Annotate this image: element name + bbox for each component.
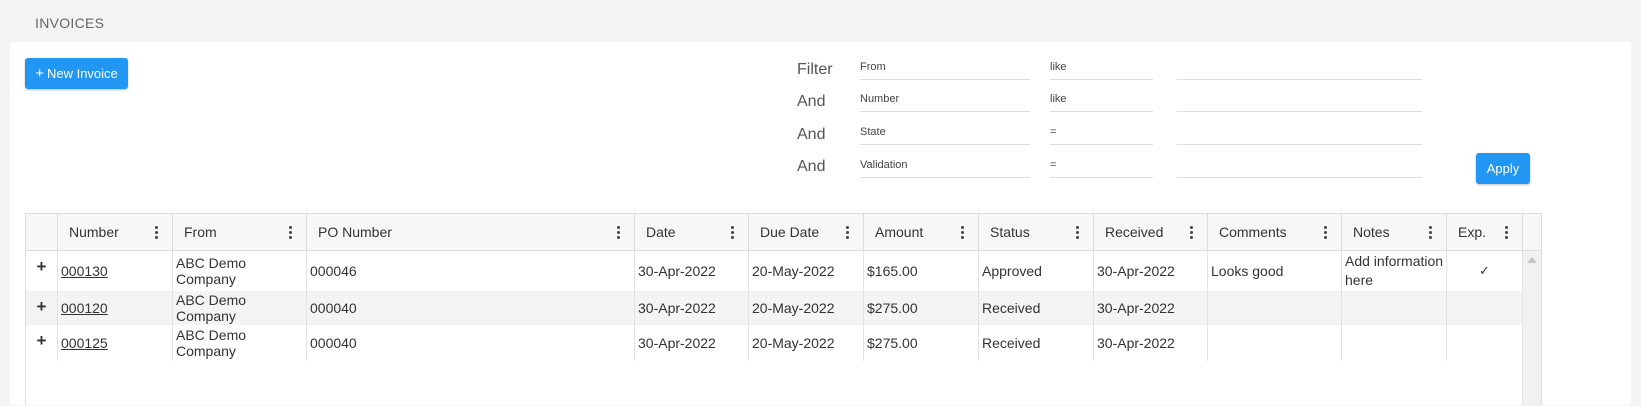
invoice-number-link[interactable]: 000120 xyxy=(61,300,108,316)
column-header-status[interactable]: Status xyxy=(978,214,1093,250)
page-header: INVOICES xyxy=(0,0,1641,42)
column-header-date[interactable]: Date xyxy=(634,214,748,250)
date-cell: 30-Apr-2022 xyxy=(634,291,748,325)
notes-cell: Add information here xyxy=(1341,251,1446,291)
column-menu-icon[interactable] xyxy=(731,226,734,239)
column-header-number[interactable]: Number xyxy=(57,214,172,250)
column-header-comments[interactable]: Comments xyxy=(1207,214,1341,250)
invoice-number-cell: 000125 xyxy=(57,325,172,361)
column-header-notes[interactable]: Notes xyxy=(1341,214,1446,250)
comments-cell: Looks good xyxy=(1207,251,1341,291)
plus-icon: + xyxy=(35,65,44,82)
page-title: INVOICES xyxy=(35,15,105,31)
filter-value-field[interactable] xyxy=(1177,123,1422,145)
filter-operator-field[interactable]: = xyxy=(1050,156,1153,178)
filter-value-field[interactable] xyxy=(1177,90,1422,112)
grid-header: Number From PO Number Date Due Date Amou… xyxy=(26,214,1541,251)
status-cell: Received xyxy=(978,291,1093,325)
due-date-cell: 20-May-2022 xyxy=(748,291,863,325)
table-row[interactable]: + 000130 ABC Demo Company 000046 30-Apr-… xyxy=(26,251,1522,291)
column-menu-icon[interactable] xyxy=(1429,226,1432,239)
received-cell: 30-Apr-2022 xyxy=(1093,291,1207,325)
vertical-scrollbar[interactable] xyxy=(1522,251,1541,406)
filter-label: Filter xyxy=(797,61,833,78)
column-menu-icon[interactable] xyxy=(289,226,292,239)
from-cell: ABC Demo Company xyxy=(172,251,306,291)
check-icon: ✓ xyxy=(1446,251,1522,291)
column-header-exp[interactable]: Exp. xyxy=(1446,214,1522,250)
amount-cell: $275.00 xyxy=(863,325,978,361)
table-row[interactable]: + 000120 ABC Demo Company 000040 30-Apr-… xyxy=(26,291,1522,325)
invoices-grid: Number From PO Number Date Due Date Amou… xyxy=(25,213,1542,406)
exp-cell xyxy=(1446,291,1522,325)
po-number-cell: 000040 xyxy=(306,325,634,361)
from-cell: ABC Demo Company xyxy=(172,291,306,325)
filter-and-label: And xyxy=(797,126,826,143)
column-menu-icon[interactable] xyxy=(961,226,964,239)
column-menu-icon[interactable] xyxy=(155,226,158,239)
due-date-cell: 20-May-2022 xyxy=(748,325,863,361)
invoice-number-link[interactable]: 000125 xyxy=(61,335,108,351)
filter-operator-field[interactable]: like xyxy=(1050,90,1153,112)
due-date-cell: 20-May-2022 xyxy=(748,251,863,291)
column-header-from[interactable]: From xyxy=(172,214,306,250)
expand-row-button[interactable]: + xyxy=(26,291,57,325)
header-spacer xyxy=(1522,214,1541,250)
date-cell: 30-Apr-2022 xyxy=(634,325,748,361)
scroll-up-arrow-icon[interactable] xyxy=(1527,257,1537,263)
column-menu-icon[interactable] xyxy=(1324,226,1327,239)
column-header-due-date[interactable]: Due Date xyxy=(748,214,863,250)
expand-row-button[interactable]: + xyxy=(26,325,57,361)
new-invoice-label: New Invoice xyxy=(46,66,118,81)
po-number-cell: 000046 xyxy=(306,251,634,291)
status-cell: Received xyxy=(978,325,1093,361)
filter-value-field[interactable] xyxy=(1177,58,1422,80)
column-menu-icon[interactable] xyxy=(846,226,849,239)
comments-cell xyxy=(1207,291,1341,325)
filter-column-field[interactable]: State xyxy=(860,123,1030,145)
column-menu-icon[interactable] xyxy=(1076,226,1079,239)
comments-cell xyxy=(1207,325,1341,361)
invoice-number-cell: 000120 xyxy=(57,291,172,325)
table-row[interactable]: + 000125 ABC Demo Company 000040 30-Apr-… xyxy=(26,325,1522,361)
column-header-amount[interactable]: Amount xyxy=(863,214,978,250)
apply-button[interactable]: Apply xyxy=(1476,153,1530,184)
column-header-received[interactable]: Received xyxy=(1093,214,1207,250)
status-cell: Approved xyxy=(978,251,1093,291)
expand-row-button[interactable]: + xyxy=(26,251,57,291)
filter-and-label: And xyxy=(797,158,826,175)
filter-column-field[interactable]: From xyxy=(860,58,1030,80)
filter-and-label: And xyxy=(797,93,826,110)
exp-cell xyxy=(1446,325,1522,361)
filter-column-field[interactable]: Validation xyxy=(860,156,1030,178)
date-cell: 30-Apr-2022 xyxy=(634,251,748,291)
received-cell: 30-Apr-2022 xyxy=(1093,325,1207,361)
invoice-number-cell: 000130 xyxy=(57,251,172,291)
filter-column-field[interactable]: Number xyxy=(860,90,1030,112)
from-cell: ABC Demo Company xyxy=(172,325,306,361)
column-header-po-number[interactable]: PO Number xyxy=(306,214,634,250)
received-cell: 30-Apr-2022 xyxy=(1093,251,1207,291)
filter-value-field[interactable] xyxy=(1177,156,1422,178)
amount-cell: $275.00 xyxy=(863,291,978,325)
column-menu-icon[interactable] xyxy=(1505,226,1508,239)
po-number-cell: 000040 xyxy=(306,291,634,325)
column-menu-icon[interactable] xyxy=(617,226,620,239)
notes-cell xyxy=(1341,291,1446,325)
column-menu-icon[interactable] xyxy=(1190,226,1193,239)
expand-column-header xyxy=(26,214,57,250)
filter-operator-field[interactable]: like xyxy=(1050,58,1153,80)
amount-cell: $165.00 xyxy=(863,251,978,291)
invoice-number-link[interactable]: 000130 xyxy=(61,263,108,279)
filter-operator-field[interactable]: = xyxy=(1050,123,1153,145)
new-invoice-button[interactable]: + New Invoice xyxy=(25,58,128,89)
notes-cell xyxy=(1341,325,1446,361)
